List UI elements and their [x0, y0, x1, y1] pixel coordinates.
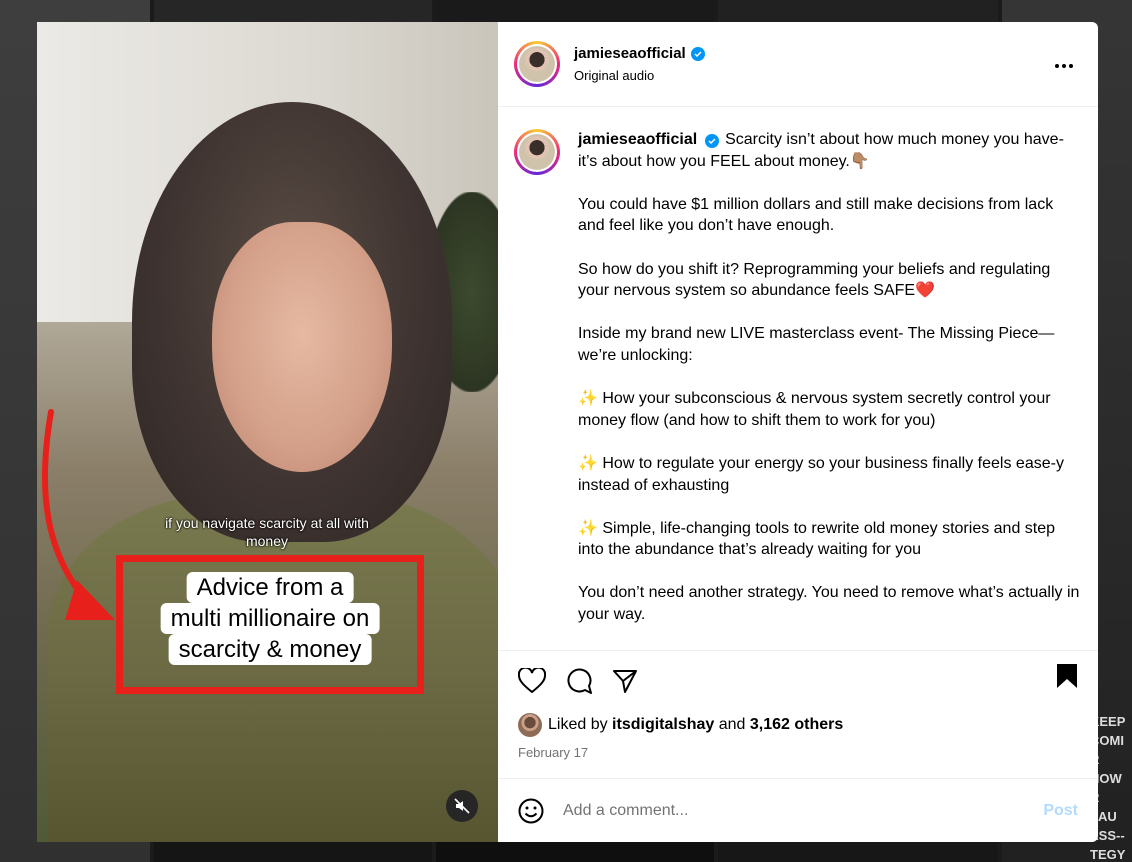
post-actions: Liked by itsdigitalshay and 3,162 others… — [498, 650, 1098, 778]
username-link[interactable]: jamieseaofficial — [574, 45, 686, 62]
comment-input[interactable] — [563, 801, 1044, 820]
video-subtitle: if you navigate scarcity at all with mon… — [165, 515, 369, 549]
post-comment-button[interactable]: Post — [1043, 802, 1078, 820]
caption-paragraph: You could have $1 million dollars and st… — [578, 195, 1054, 235]
highlight-box: Advice from a multi millionaire on scarc… — [116, 555, 424, 694]
verified-badge-icon — [704, 134, 719, 148]
bookmark-icon[interactable] — [1056, 663, 1078, 689]
more-options-icon — [1055, 64, 1073, 68]
caption-paragraph: ✨ How to regulate your energy so your bu… — [578, 454, 1064, 494]
liked-by-prefix: Liked by — [548, 716, 608, 733]
post-header: jamieseaofficial Original audio — [498, 22, 1098, 107]
caption-area: jamieseaofficial Scarcity isn’t about ho… — [498, 107, 1098, 650]
caption-paragraph: You don’t need another strategy. You nee… — [578, 584, 1080, 624]
overlay-text-line: Advice from a — [186, 572, 354, 603]
red-arrow-icon — [41, 409, 115, 620]
liked-by-and: and — [718, 716, 746, 733]
caption-paragraph: ✨ Simple, life-changing tools to rewrite… — [578, 519, 1056, 559]
caption-paragraph: Inside my brand new LIVE masterclass eve… — [578, 325, 1055, 364]
audio-link[interactable]: Original audio — [574, 68, 705, 83]
comment-bar: Post — [498, 778, 1098, 842]
more-options-button[interactable] — [1054, 52, 1074, 75]
avatar[interactable] — [514, 41, 560, 87]
avatar[interactable] — [514, 129, 560, 175]
profile-picture — [519, 134, 555, 170]
post-caption: jamieseaofficial Scarcity isn’t about ho… — [578, 129, 1082, 650]
mute-icon — [454, 798, 470, 814]
overlay-text-line: scarcity & money — [168, 634, 372, 665]
post-date[interactable]: February 17 — [518, 745, 1078, 760]
reel-video[interactable]: if you navigate scarcity at all with mon… — [37, 22, 498, 842]
verified-badge-icon — [690, 46, 705, 61]
comment-icon[interactable] — [565, 667, 593, 695]
share-icon[interactable] — [612, 668, 638, 694]
likes-summary: Liked by itsdigitalshay and 3,162 others — [518, 713, 1078, 737]
heart-icon[interactable] — [518, 668, 546, 694]
post-details-panel: jamieseaofficial Original audio jamiesea… — [498, 22, 1098, 842]
caption-username[interactable]: jamieseaofficial — [578, 131, 697, 148]
avatar[interactable] — [518, 713, 542, 737]
liked-by-user-link[interactable]: itsdigitalshay — [612, 716, 714, 734]
profile-picture — [519, 46, 555, 82]
emoji-icon[interactable] — [518, 798, 544, 824]
likes-count-link[interactable]: 3,162 others — [750, 716, 843, 734]
overlay-text-line: multi millionaire on — [160, 603, 380, 634]
post-modal: if you navigate scarcity at all with mon… — [37, 22, 1098, 842]
caption-paragraph: ✨ How your subconscious & nervous system… — [578, 390, 1051, 429]
mute-button[interactable] — [446, 790, 478, 822]
video-person-face — [212, 222, 392, 472]
caption-paragraph: So how do you shift it? Reprogramming yo… — [578, 260, 1051, 300]
